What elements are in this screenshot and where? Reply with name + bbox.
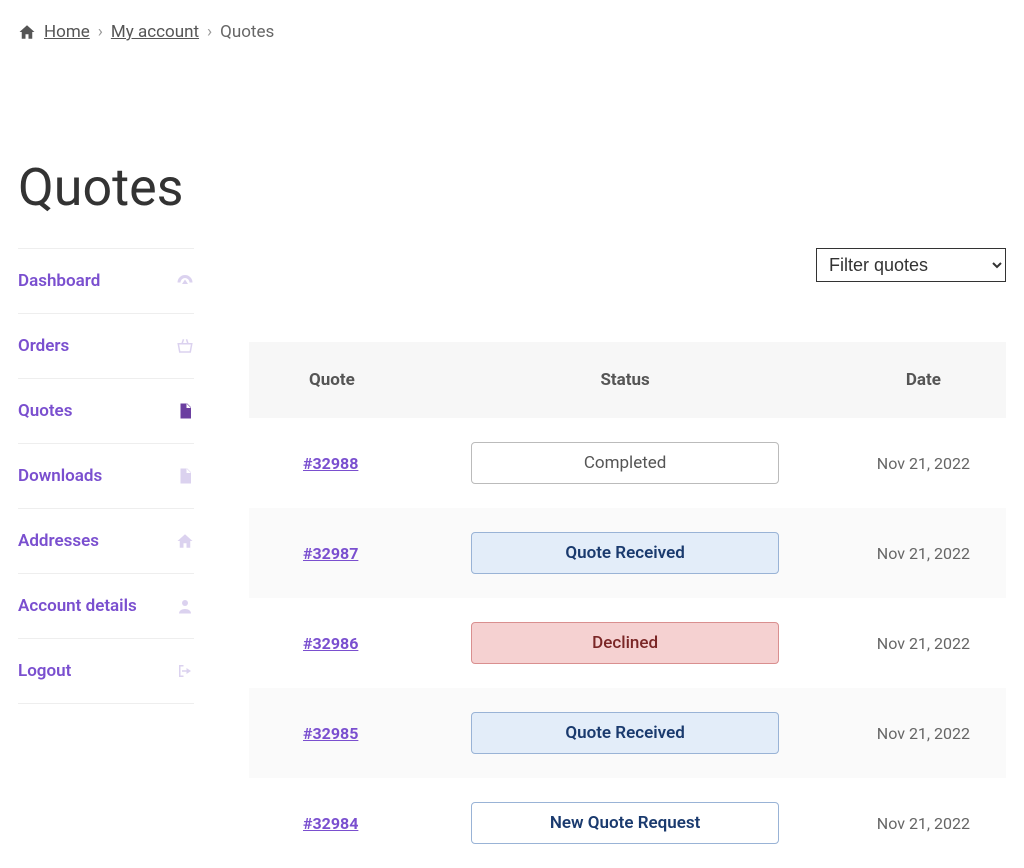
col-date: Date	[841, 342, 1006, 418]
sidebar-item-logout[interactable]: Logout	[18, 638, 194, 704]
sidebar-item-quotes[interactable]: Quotes	[18, 378, 194, 443]
sidebar-item-label: Account details	[18, 596, 137, 616]
user-icon	[176, 597, 194, 615]
account-sidebar: Dashboard Orders Quotes Downloads Addresses A…	[18, 248, 194, 868]
file-icon	[176, 402, 194, 420]
quote-link[interactable]: #32986	[303, 634, 358, 653]
sidebar-item-addresses[interactable]: Addresses	[18, 508, 194, 573]
quote-link[interactable]: #32985	[303, 724, 358, 743]
status-badge: Completed	[471, 442, 779, 484]
home-icon	[18, 23, 36, 41]
status-badge: Quote Received	[471, 712, 779, 754]
table-row: #32988 Completed Nov 21, 2022	[249, 418, 1006, 508]
file-arrow-icon	[176, 467, 194, 485]
table-row: #32984 New Quote Request Nov 21, 2022	[249, 778, 1006, 868]
sidebar-item-account-details[interactable]: Account details	[18, 573, 194, 638]
status-badge: Declined	[471, 622, 779, 664]
status-badge: New Quote Request	[471, 802, 779, 844]
sidebar-item-downloads[interactable]: Downloads	[18, 443, 194, 508]
breadcrumb-current: Quotes	[220, 22, 274, 42]
quote-link[interactable]: #32984	[303, 814, 358, 833]
breadcrumb-separator: ›	[98, 22, 103, 42]
home-icon	[176, 532, 194, 550]
breadcrumb-separator: ›	[207, 22, 212, 42]
sidebar-item-label: Quotes	[18, 401, 72, 421]
quote-link[interactable]: #32988	[303, 454, 358, 473]
gauge-icon	[176, 272, 194, 290]
basket-icon	[176, 337, 194, 355]
filter-row: Filter quotes	[249, 248, 1006, 282]
date-cell: Nov 21, 2022	[841, 778, 1006, 868]
breadcrumb-home[interactable]: Home	[44, 22, 90, 42]
page-title: Quotes	[0, 157, 1024, 218]
sidebar-item-label: Dashboard	[18, 271, 100, 291]
sidebar-item-label: Addresses	[18, 531, 99, 551]
sign-out-icon	[176, 662, 194, 680]
sidebar-item-dashboard[interactable]: Dashboard	[18, 248, 194, 313]
table-row: #32986 Declined Nov 21, 2022	[249, 598, 1006, 688]
date-cell: Nov 21, 2022	[841, 598, 1006, 688]
sidebar-item-orders[interactable]: Orders	[18, 313, 194, 378]
breadcrumb-my-account[interactable]: My account	[111, 22, 199, 42]
quote-link[interactable]: #32987	[303, 544, 358, 563]
sidebar-item-label: Downloads	[18, 466, 102, 486]
quotes-table: Quote Status Date #32988 Completed Nov 21,…	[249, 342, 1006, 868]
status-badge: Quote Received	[471, 532, 779, 574]
table-row: #32985 Quote Received Nov 21, 2022	[249, 688, 1006, 778]
breadcrumb: Home › My account › Quotes	[0, 0, 1024, 42]
main-content: Filter quotes Quote Status Date #32988 Co…	[249, 248, 1006, 868]
sidebar-item-label: Logout	[18, 661, 71, 681]
sidebar-item-label: Orders	[18, 336, 69, 356]
date-cell: Nov 21, 2022	[841, 508, 1006, 598]
filter-quotes-select[interactable]: Filter quotes	[816, 248, 1006, 282]
table-row: #32987 Quote Received Nov 21, 2022	[249, 508, 1006, 598]
date-cell: Nov 21, 2022	[841, 688, 1006, 778]
col-quote: Quote	[249, 342, 409, 418]
date-cell: Nov 21, 2022	[841, 418, 1006, 508]
col-status: Status	[409, 342, 840, 418]
